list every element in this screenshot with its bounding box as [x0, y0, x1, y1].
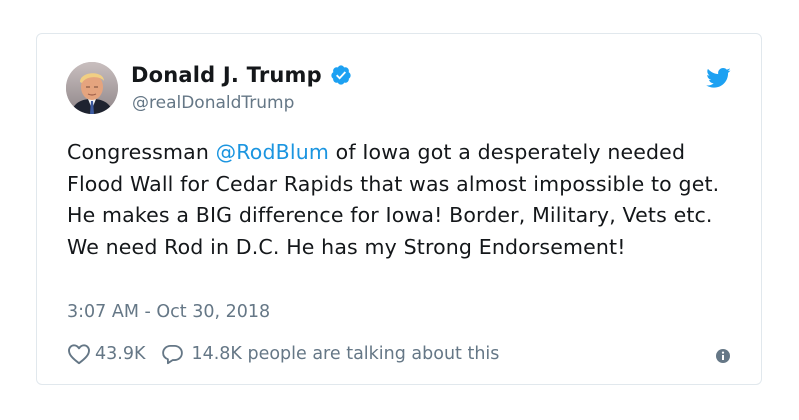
- tweet-card[interactable]: Donald J. Trump @realDonaldTrump Congres…: [36, 33, 762, 385]
- heart-icon: [68, 344, 90, 365]
- user-handle[interactable]: @realDonaldTrump: [132, 93, 294, 113]
- like-button[interactable]: 43.9K: [67, 343, 145, 365]
- tweet-text: Congressman @RodBlum of Iowa got a despe…: [67, 137, 747, 263]
- twitter-bird-icon[interactable]: [705, 67, 731, 89]
- info-icon[interactable]: [715, 348, 731, 364]
- verified-badge-icon: [331, 65, 351, 85]
- speech-bubble-icon: [162, 344, 184, 365]
- display-name-text[interactable]: Donald J. Trump: [131, 63, 322, 87]
- like-count: 43.9K: [95, 344, 146, 364]
- avatar-image: [66, 62, 118, 114]
- avatar[interactable]: [66, 62, 118, 114]
- tweet-timestamp[interactable]: 3:07 AM - Oct 30, 2018: [67, 302, 270, 322]
- tweet-text-start: Congressman: [67, 140, 216, 164]
- conversation-count-text: 14.8K people are talking about this: [191, 344, 500, 364]
- tweet-actions: 43.9K 14.8K people are talking about thi…: [67, 343, 499, 365]
- conversation-link[interactable]: 14.8K people are talking about this: [145, 343, 499, 365]
- mention-link[interactable]: @RodBlum: [216, 140, 329, 164]
- display-name[interactable]: Donald J. Trump: [131, 63, 352, 87]
